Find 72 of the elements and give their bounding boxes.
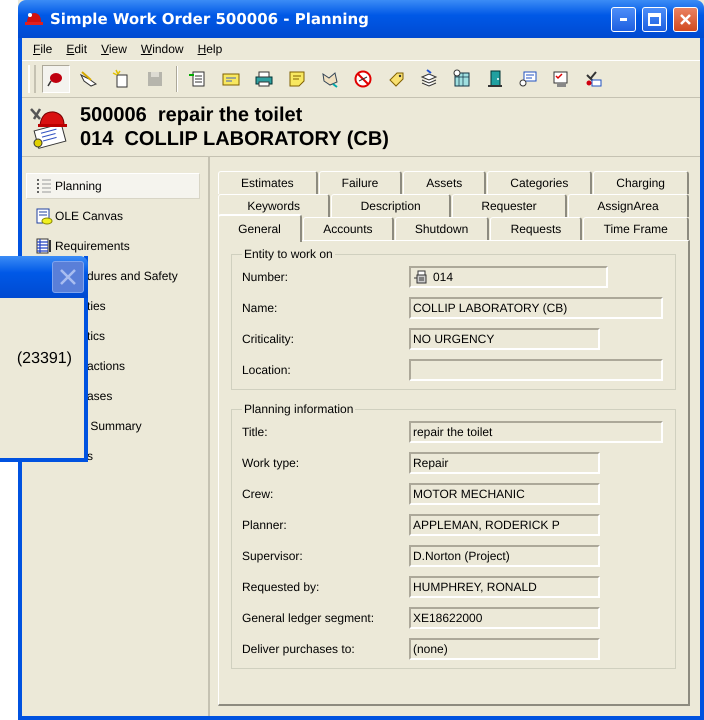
stack-icon[interactable] — [419, 69, 439, 89]
input-field[interactable]: NO URGENCY — [409, 328, 600, 350]
note-icon[interactable] — [287, 69, 307, 89]
menu-item[interactable]: Edit — [59, 42, 94, 56]
machine-icon — [413, 268, 429, 284]
table-icon — [35, 237, 53, 255]
input-field[interactable]: XE18622000 — [409, 606, 600, 628]
printer-icon[interactable] — [254, 69, 274, 89]
input-field[interactable]: (none) — [409, 638, 600, 660]
door-icon[interactable] — [485, 69, 505, 89]
input-field[interactable]: COLLIP LABORATORY (CB) — [409, 296, 663, 318]
field-label: Name: — [242, 300, 278, 314]
menu-item[interactable]: View — [94, 42, 134, 56]
entity-heading: 014 COLLIP LABORATORY (CB) — [80, 127, 389, 151]
maximize-icon — [648, 12, 661, 26]
tab[interactable]: Requests — [490, 217, 582, 240]
minimize-icon — [620, 18, 627, 20]
toolbar-grip[interactable] — [28, 65, 36, 93]
field-label: Deliver purchases to: — [242, 642, 356, 656]
tab[interactable]: Charging — [593, 171, 689, 194]
tab[interactable]: Keywords — [218, 194, 330, 217]
calendar-icon[interactable] — [452, 69, 472, 89]
tab[interactable]: Estimates — [218, 171, 318, 194]
field-label: Criticality: — [242, 332, 296, 346]
input-field[interactable]: HUMPHREY, RONALD — [409, 576, 600, 598]
input-field[interactable]: MOTOR MECHANIC — [409, 482, 600, 504]
field-label: Location: — [242, 362, 292, 376]
menu-item[interactable]: Help — [190, 42, 230, 56]
list-icon — [35, 177, 53, 195]
tab[interactable]: General — [218, 214, 302, 242]
field-label: Planner: — [242, 518, 288, 532]
menu-item[interactable]: File — [26, 42, 60, 56]
tools-icon[interactable] — [584, 69, 604, 89]
field-label: Supervisor: — [242, 548, 304, 562]
tab[interactable]: AssignArea — [568, 194, 690, 217]
tab[interactable]: Requester — [452, 194, 568, 217]
field-label: General ledger segment: — [242, 610, 376, 624]
work-order-heading: 500006 repair the toilet — [80, 103, 304, 127]
field-label: Title: — [242, 424, 269, 438]
close-icon — [59, 268, 77, 286]
window-title: Simple Work Order 500006 - Planning — [50, 10, 370, 28]
tab[interactable]: Failure — [318, 171, 402, 194]
field-label: Requested by: — [242, 580, 320, 594]
sidebar-item[interactable]: OLE Canvas — [26, 203, 200, 229]
tab[interactable]: Shutdown — [394, 217, 490, 240]
field-label: Crew: — [242, 486, 274, 500]
minimize-button[interactable] — [611, 6, 636, 32]
dialog-text: (23391) — [16, 350, 73, 368]
pencil-icon[interactable] — [79, 69, 99, 89]
input-field[interactable]: repair the toilet — [409, 420, 663, 442]
sidebar-item[interactable]: Planning — [26, 173, 200, 199]
input-field[interactable]: 014 — [409, 266, 608, 288]
menu-item[interactable]: Window — [134, 42, 191, 56]
tab[interactable]: Description — [331, 194, 451, 217]
input-field[interactable]: APPLEMAN, RODERICK P — [409, 514, 600, 536]
group-title: Planning information — [243, 402, 354, 416]
sidebar-item[interactable]: Requirements — [26, 233, 200, 259]
field-label: Number: — [242, 270, 290, 284]
message-icon[interactable] — [518, 69, 538, 89]
tab[interactable]: Accounts — [303, 217, 394, 240]
prohibited-icon[interactable] — [353, 69, 373, 89]
canvas-icon — [35, 207, 53, 225]
field-label: Work type: — [242, 456, 300, 470]
tab[interactable]: Time Frame — [583, 217, 690, 240]
group-title: Entity to work on — [243, 247, 334, 261]
tab[interactable]: Categories — [487, 171, 592, 194]
input-field[interactable] — [409, 358, 663, 380]
tab[interactable]: Assets — [403, 171, 486, 194]
input-field[interactable]: Repair — [409, 452, 600, 474]
input-field[interactable]: D.Norton (Project) — [409, 544, 600, 566]
close-icon — [679, 12, 692, 26]
maximize-button[interactable] — [642, 6, 667, 32]
